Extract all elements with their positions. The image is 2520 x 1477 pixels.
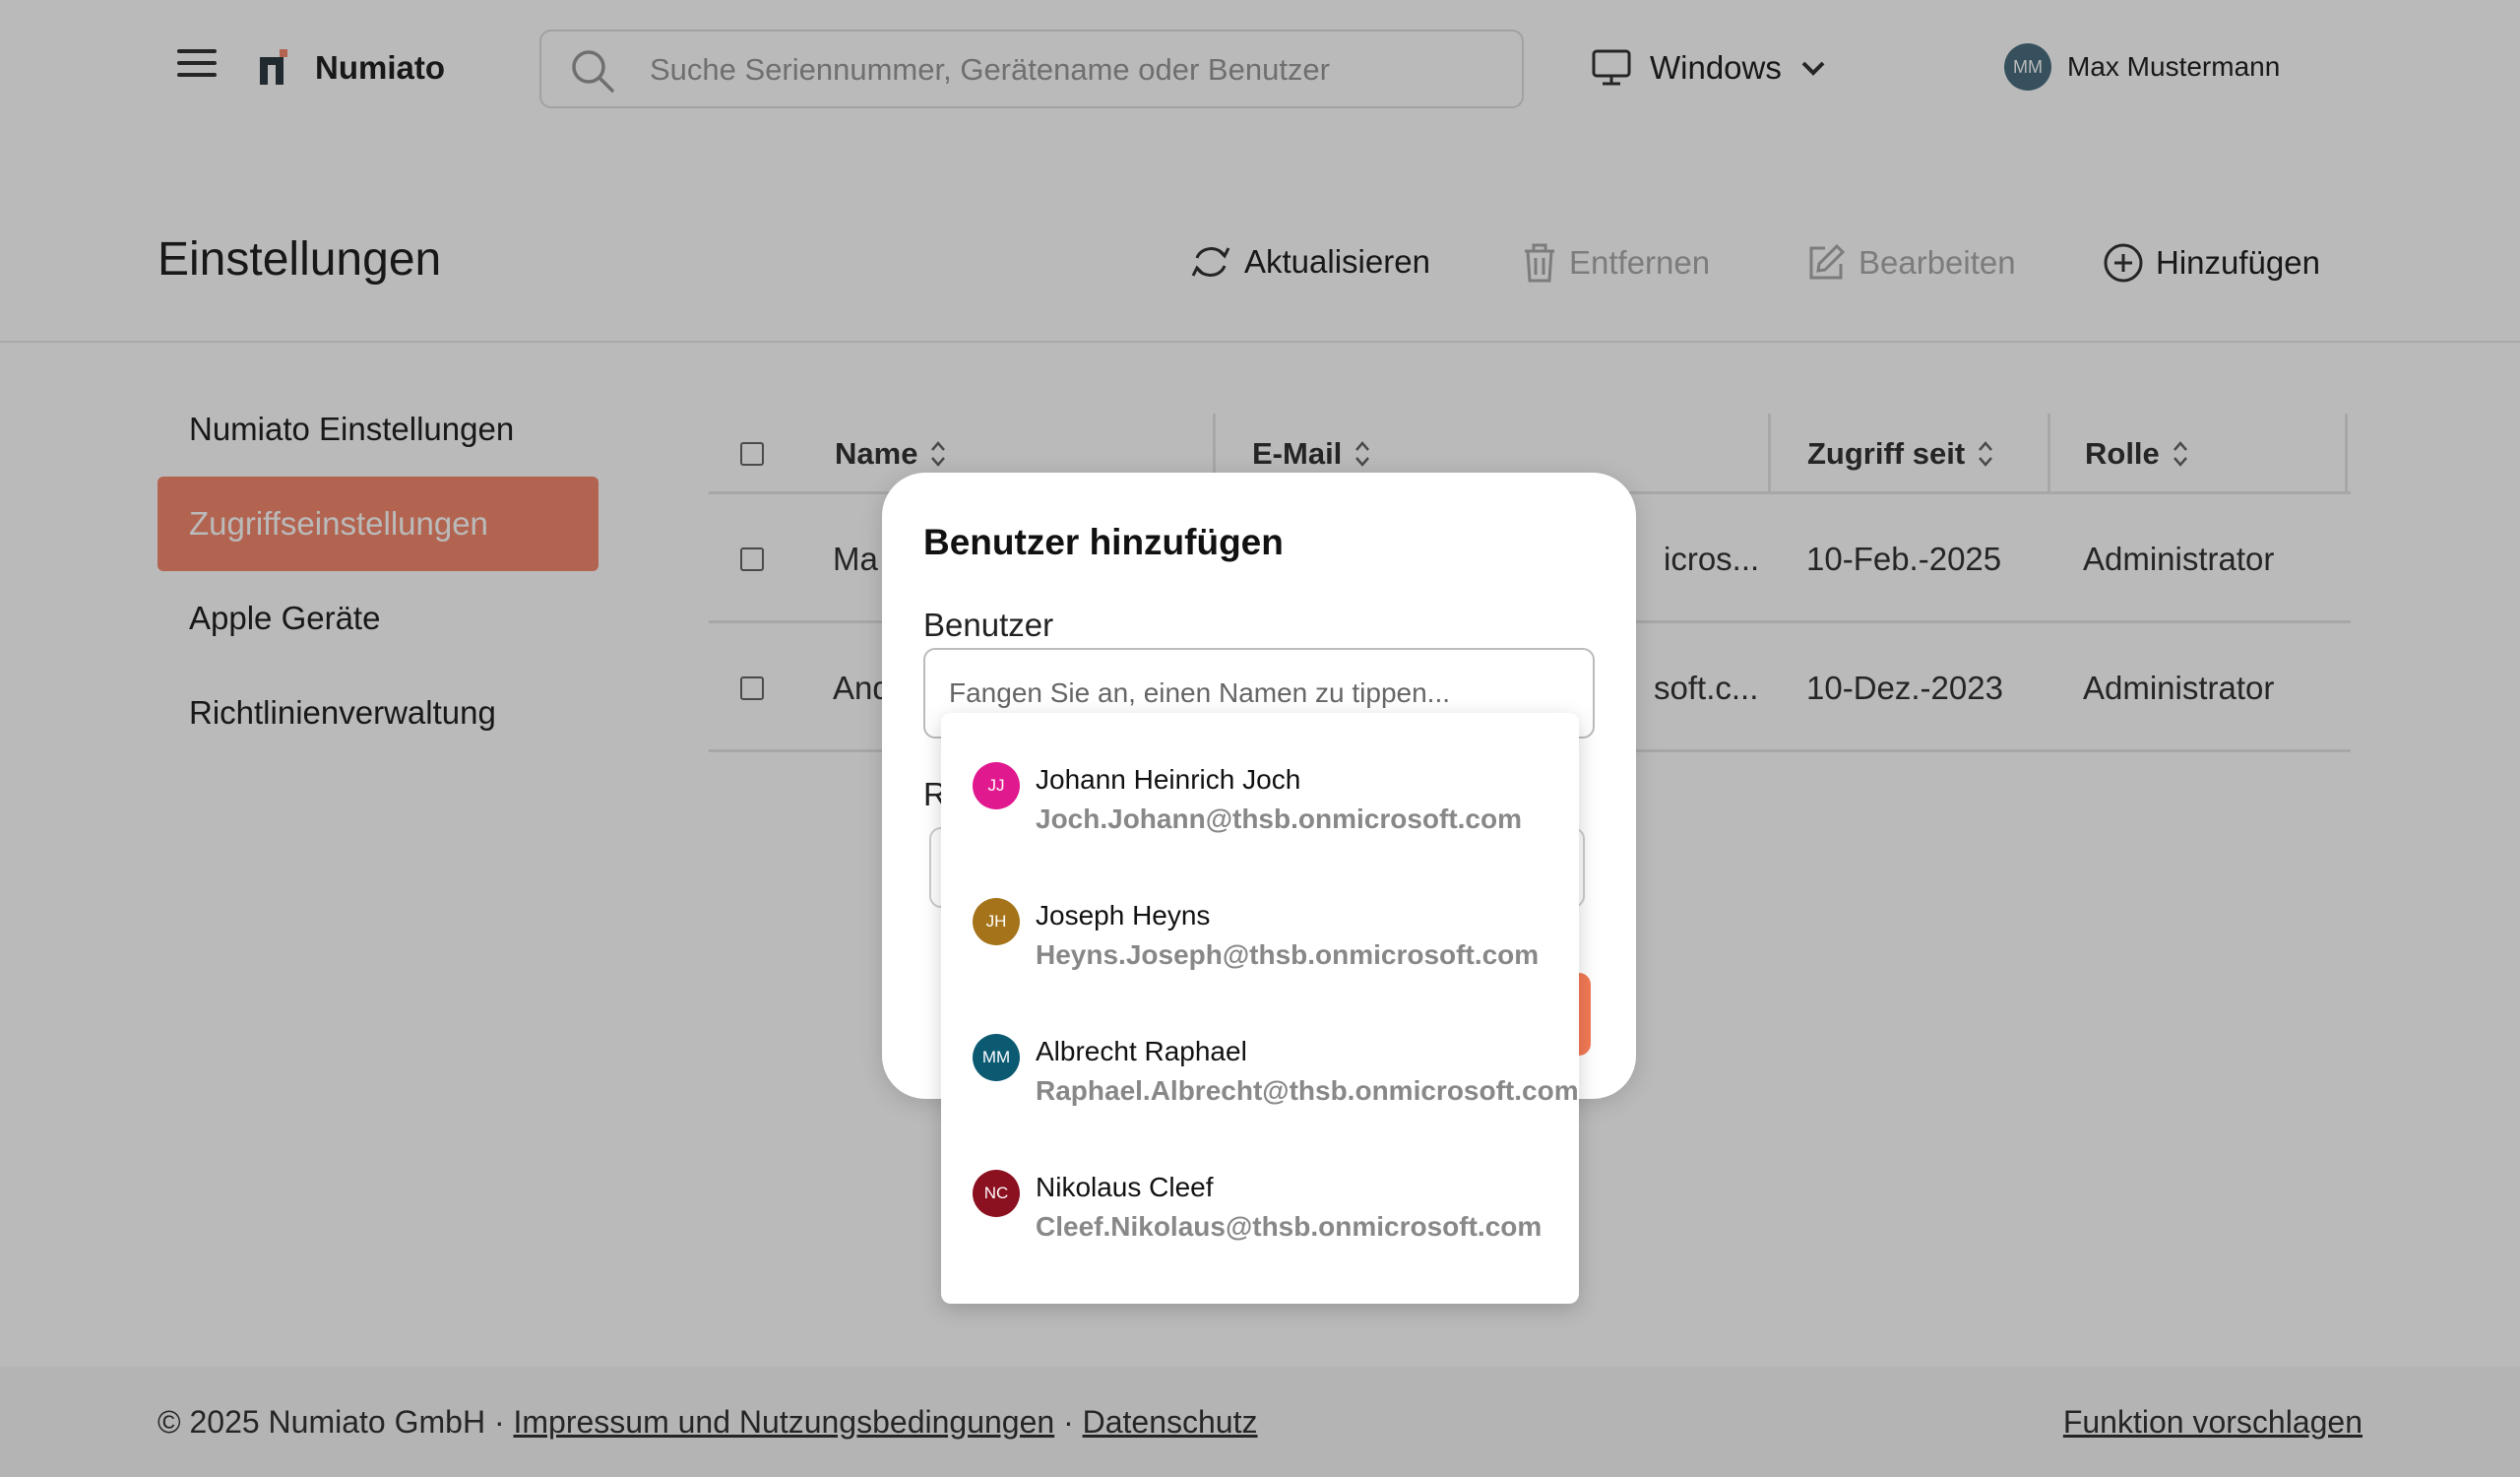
suggestion-item[interactable]: MM Albrecht Raphael Raphael.Albrecht@ths… bbox=[941, 985, 1579, 1121]
suggestion-name: Joseph Heyns bbox=[1036, 900, 1211, 931]
suggestion-item[interactable]: JH Joseph Heyns Heyns.Joseph@thsb.onmicr… bbox=[941, 849, 1579, 985]
suggestion-name: Johann Heinrich Joch bbox=[1036, 764, 1301, 795]
avatar: JJ bbox=[973, 762, 1020, 809]
suggestion-name: Albrecht Raphael bbox=[1036, 1036, 1247, 1066]
avatar: NC bbox=[973, 1170, 1020, 1217]
user-suggestions-list: JJ Johann Heinrich Joch Joch.Johann@thsb… bbox=[941, 713, 1579, 1304]
suggestion-email: Heyns.Joseph@thsb.onmicrosoft.com bbox=[1036, 939, 1540, 970]
user-field-label: Benutzer bbox=[923, 607, 1054, 643]
avatar: JH bbox=[973, 898, 1020, 945]
suggestion-email: Joch.Johann@thsb.onmicrosoft.com bbox=[1036, 803, 1523, 834]
suggestion-item[interactable]: NC Nikolaus Cleef Cleef.Nikolaus@thsb.on… bbox=[941, 1121, 1579, 1256]
suggestion-name: Nikolaus Cleef bbox=[1036, 1172, 1214, 1202]
suggestion-item[interactable]: JJ Johann Heinrich Joch Joch.Johann@thsb… bbox=[941, 713, 1579, 849]
suggestion-email: Cleef.Nikolaus@thsb.onmicrosoft.com bbox=[1036, 1211, 1543, 1242]
suggestion-email: Raphael.Albrecht@thsb.onmicrosoft.com bbox=[1036, 1075, 1579, 1106]
dialog-title: Benutzer hinzufügen bbox=[923, 522, 1284, 562]
avatar: MM bbox=[973, 1034, 1020, 1081]
